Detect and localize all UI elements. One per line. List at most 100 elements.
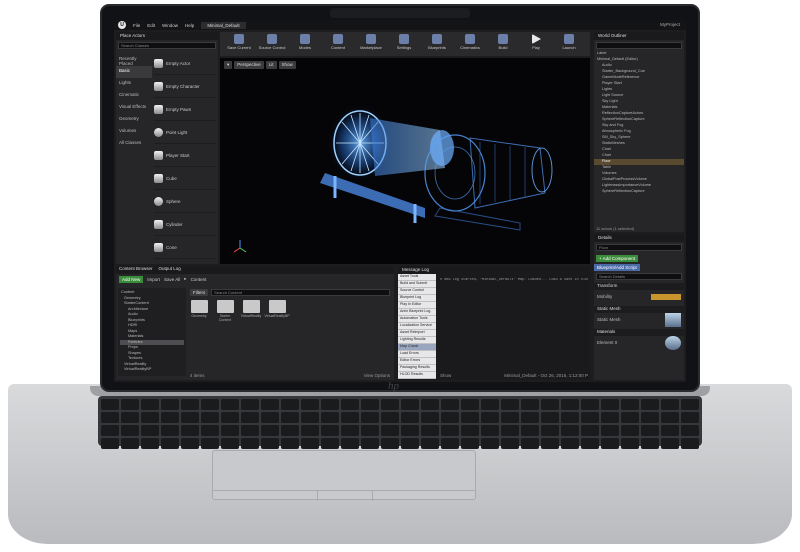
keyboard-key[interactable] xyxy=(421,438,439,449)
launch-button[interactable]: Launch xyxy=(554,34,584,54)
tree-row[interactable]: VirtualRealityBP xyxy=(120,367,184,373)
add-new-button[interactable]: Add New xyxy=(119,275,144,283)
keyboard-key[interactable] xyxy=(521,412,539,423)
keyboard-key[interactable] xyxy=(241,399,259,410)
mobility-toggle[interactable] xyxy=(651,293,681,300)
keyboard-key[interactable] xyxy=(521,425,539,436)
keyboard-key[interactable] xyxy=(161,399,179,410)
content-path[interactable]: Content xyxy=(191,277,207,282)
category-visual-effects[interactable]: Visual Effects xyxy=(116,102,152,114)
tab-output-log[interactable]: Output Log xyxy=(159,266,181,274)
keyboard-key[interactable] xyxy=(201,399,219,410)
keyboard-key[interactable] xyxy=(161,438,179,449)
keyboard-key[interactable] xyxy=(601,425,619,436)
log-category-item[interactable]: Asset Reimport xyxy=(398,330,436,337)
keyboard-key[interactable] xyxy=(261,412,279,423)
source-control-button[interactable]: Source Control xyxy=(257,34,287,54)
keyboard-key[interactable] xyxy=(461,399,479,410)
keyboard-key[interactable] xyxy=(681,438,699,449)
keyboard-key[interactable] xyxy=(101,438,119,449)
menu-edit[interactable]: Edit xyxy=(147,23,155,28)
keyboard-key[interactable] xyxy=(621,412,639,423)
keyboard-key[interactable] xyxy=(661,438,679,449)
outliner-row[interactable]: SphereReflectionCapture xyxy=(594,189,684,195)
keyboard-key[interactable] xyxy=(381,399,399,410)
keyboard-key[interactable] xyxy=(661,399,679,410)
menu-help[interactable]: Help xyxy=(185,23,194,28)
keyboard-key[interactable] xyxy=(401,412,419,423)
keyboard-key[interactable] xyxy=(181,438,199,449)
touchpad-buttons[interactable] xyxy=(212,490,476,501)
keyboard-key[interactable] xyxy=(141,425,159,436)
keyboard-key[interactable] xyxy=(101,412,119,423)
keyboard-key[interactable] xyxy=(541,412,559,423)
keyboard-key[interactable] xyxy=(181,425,199,436)
category-cinematic[interactable]: Cinematic xyxy=(116,90,152,102)
keyboard-key[interactable] xyxy=(541,399,559,410)
cinematics-button[interactable]: Cinematics xyxy=(455,34,485,54)
keyboard-key[interactable] xyxy=(501,438,519,449)
keyboard-key[interactable] xyxy=(241,412,259,423)
marketplace-button[interactable]: Marketplace xyxy=(356,34,386,54)
keyboard-key[interactable] xyxy=(361,412,379,423)
keyboard-key[interactable] xyxy=(121,425,139,436)
keyboard-key[interactable] xyxy=(481,425,499,436)
log-category-item[interactable]: Build and Submit xyxy=(398,281,436,288)
keyboard-key[interactable] xyxy=(341,399,359,410)
details-search[interactable]: Search Details xyxy=(596,273,682,280)
mesh-thumbnail[interactable] xyxy=(665,312,681,327)
keyboard-key[interactable] xyxy=(681,425,699,436)
keyboard-key[interactable] xyxy=(581,425,599,436)
keyboard-key[interactable] xyxy=(101,425,119,436)
log-category-item[interactable]: Blueprint Log xyxy=(398,295,436,302)
level-tab[interactable]: Minimal_Default xyxy=(201,21,246,29)
keyboard-key[interactable] xyxy=(121,399,139,410)
keyboard-key[interactable] xyxy=(381,425,399,436)
keyboard-key[interactable] xyxy=(401,438,419,449)
keyboard-key[interactable] xyxy=(121,438,139,449)
category-recently-placed[interactable]: Recently Placed xyxy=(116,54,152,66)
save-all-button[interactable]: Save All xyxy=(164,277,180,282)
log-category-item[interactable]: Lighting Results xyxy=(398,337,436,344)
keyboard-key[interactable] xyxy=(421,399,439,410)
keyboard-key[interactable] xyxy=(421,425,439,436)
folder-item[interactable]: VirtualReality xyxy=(241,300,261,322)
content-button[interactable]: Content xyxy=(323,34,353,54)
keyboard-key[interactable] xyxy=(521,399,539,410)
modes-button[interactable]: Modes xyxy=(290,34,320,54)
keyboard-key[interactable] xyxy=(521,438,539,449)
folder-item[interactable]: VirtualRealityBP xyxy=(264,300,290,322)
category-basic[interactable]: Basic xyxy=(116,66,152,78)
filters-button[interactable]: Filters xyxy=(190,288,209,296)
keyboard-key[interactable] xyxy=(341,412,359,423)
keyboard-key[interactable] xyxy=(281,425,299,436)
keyboard-key[interactable] xyxy=(261,399,279,410)
keyboard-key[interactable] xyxy=(321,399,339,410)
keyboard-key[interactable] xyxy=(601,412,619,423)
keyboard-key[interactable] xyxy=(461,438,479,449)
keyboard-key[interactable] xyxy=(441,438,459,449)
materials-section[interactable]: Materials xyxy=(594,329,684,336)
keyboard-key[interactable] xyxy=(401,399,419,410)
keyboard-key[interactable] xyxy=(641,399,659,410)
level-viewport[interactable]: ▾ Perspective Lit Show xyxy=(220,58,590,264)
keyboard-key[interactable] xyxy=(321,425,339,436)
keyboard-key[interactable] xyxy=(441,412,459,423)
keyboard-key[interactable] xyxy=(341,438,359,449)
play-button[interactable]: Play xyxy=(521,34,551,54)
keyboard-key[interactable] xyxy=(301,425,319,436)
keyboard-key[interactable] xyxy=(201,412,219,423)
folder-item[interactable]: Starter Content xyxy=(216,300,234,322)
log-category-item[interactable]: Load Errors xyxy=(398,351,436,358)
log-show-button[interactable]: Show xyxy=(440,373,451,378)
keyboard-key[interactable] xyxy=(501,425,519,436)
details-title[interactable]: Details xyxy=(594,234,684,242)
keyboard-key[interactable] xyxy=(501,399,519,410)
keyboard-key[interactable] xyxy=(221,399,239,410)
log-category-item[interactable]: Anim Blueprint Log xyxy=(398,309,436,316)
actor-item[interactable]: Cube xyxy=(154,167,216,190)
transform-section[interactable]: Transform xyxy=(594,283,684,290)
outliner-search[interactable] xyxy=(596,42,682,49)
keyboard-key[interactable] xyxy=(481,399,499,410)
keyboard-key[interactable] xyxy=(141,438,159,449)
